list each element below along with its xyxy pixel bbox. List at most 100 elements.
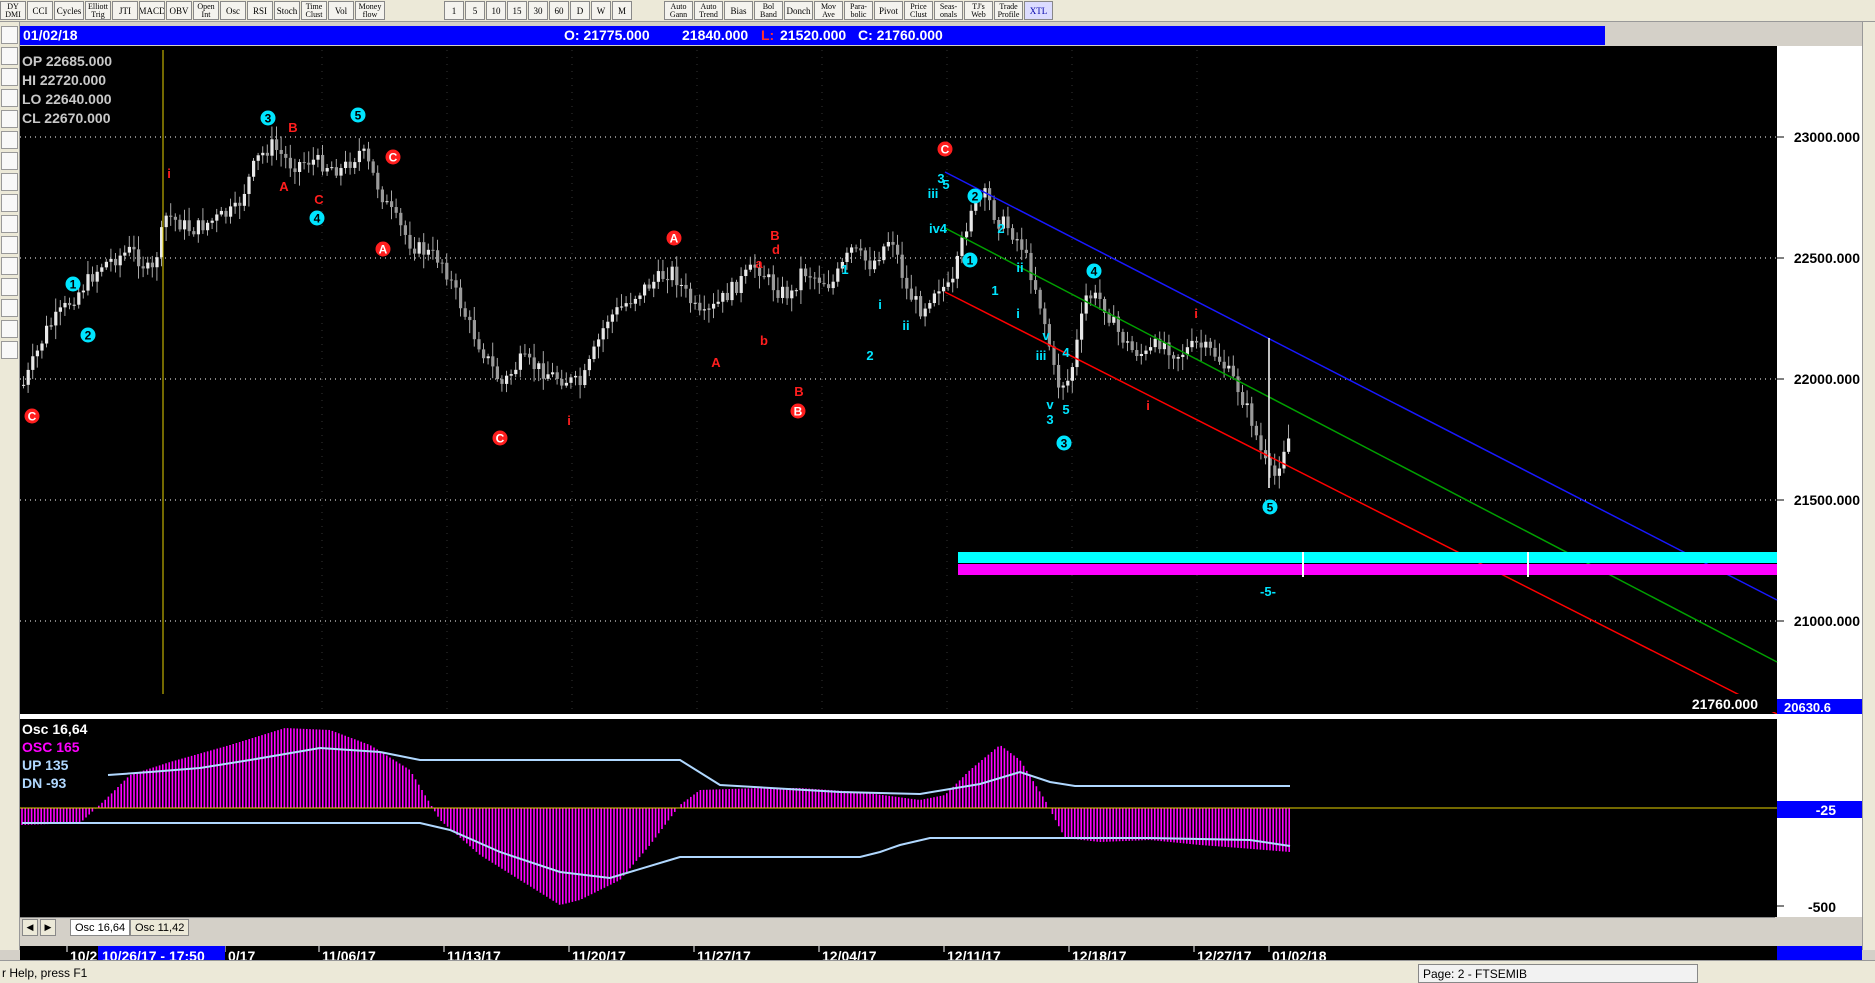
- candle-body: [896, 244, 900, 255]
- candle-body: [652, 281, 656, 289]
- wave-label: 1: [841, 262, 848, 277]
- wave-circle-label: A: [379, 243, 388, 257]
- tab-osc-16-64[interactable]: Osc 16,64: [70, 919, 131, 936]
- tab-osc-11-42[interactable]: Osc 11,42: [130, 919, 190, 936]
- candle-body: [578, 375, 582, 386]
- candle-body: [1287, 438, 1291, 452]
- candle-body: [1195, 340, 1199, 343]
- candle-body: [965, 231, 969, 238]
- candle-body: [725, 292, 729, 301]
- candle-body: [560, 378, 564, 386]
- candle-body: [330, 167, 334, 169]
- candle-body: [1112, 316, 1116, 323]
- candle-body: [261, 152, 265, 156]
- candle-body: [233, 202, 237, 207]
- candle-body: [77, 292, 81, 305]
- wave-label: d: [772, 242, 780, 257]
- candle-body: [946, 282, 950, 287]
- candle-body: [666, 278, 670, 281]
- wave-circle-label: 4: [1091, 265, 1098, 279]
- candle-body: [238, 202, 242, 206]
- wave-circle-label: 2: [85, 329, 92, 343]
- candle-body: [514, 369, 518, 375]
- oscillator-panel: [20, 719, 1777, 917]
- candle-body: [265, 152, 269, 156]
- candle-body: [252, 160, 256, 177]
- candle-body: [891, 241, 895, 245]
- candle-body: [601, 328, 605, 340]
- candle-body: [1277, 468, 1281, 476]
- candle-body: [302, 162, 306, 164]
- candle-body: [1204, 341, 1208, 348]
- candle-body: [169, 215, 173, 217]
- candle-body: [127, 246, 131, 253]
- candle-body: [339, 168, 343, 176]
- candle-body: [587, 359, 591, 371]
- candle-body: [394, 207, 398, 213]
- wave-label: iv4: [929, 221, 948, 236]
- status-page-panel: Page: 2 - FTSEMIB: [1418, 964, 1698, 983]
- wave-label: a: [755, 256, 763, 271]
- price-tick-label: 22000.000: [1794, 371, 1860, 387]
- candle-body: [413, 248, 417, 254]
- wave-label: iii: [928, 186, 939, 201]
- candle-body: [735, 281, 739, 293]
- candle-body: [1126, 341, 1130, 343]
- wave-circle-label: C: [389, 151, 398, 165]
- candle-body: [31, 356, 35, 370]
- candle-body: [390, 201, 394, 208]
- wave-label: C: [314, 192, 324, 207]
- candle-body: [1236, 376, 1240, 393]
- candle-body: [767, 274, 771, 278]
- candle-body: [49, 325, 53, 327]
- candle-body: [288, 157, 292, 169]
- candle-body: [1254, 425, 1258, 436]
- wave-circle-label: 4: [314, 212, 321, 226]
- tab-scroll-right-icon[interactable]: ▶: [40, 919, 56, 936]
- right-scrollbar[interactable]: [1862, 22, 1875, 950]
- candle-body: [541, 363, 545, 379]
- candle-body: [1020, 239, 1024, 250]
- candle-body: [882, 246, 886, 261]
- target-zone-cyan: [958, 552, 1777, 563]
- candle-body: [436, 250, 440, 263]
- candle-body: [132, 246, 136, 250]
- candle-body: [859, 248, 863, 251]
- candle-body: [569, 377, 573, 383]
- status-help: r Help, press F1: [2, 966, 88, 980]
- candle-body: [762, 275, 766, 278]
- panel-separator[interactable]: [20, 714, 1862, 719]
- candle-body: [638, 295, 642, 299]
- candle-body: [178, 219, 182, 230]
- candle-body: [564, 382, 568, 386]
- last-price-label: 21760.000: [1692, 696, 1758, 712]
- candle-body: [868, 260, 872, 270]
- candle-body: [509, 374, 513, 376]
- candle-body: [256, 155, 260, 161]
- candle-body: [1121, 331, 1125, 343]
- candle-body: [909, 288, 913, 300]
- candle-body: [1135, 350, 1139, 357]
- osc-tick-low: -500: [1808, 899, 1836, 915]
- candle-body: [173, 216, 177, 220]
- candle-body: [689, 288, 693, 304]
- tab-scroll-left-icon[interactable]: ◀: [22, 919, 38, 936]
- price-tick-label: 22500.000: [1794, 250, 1860, 266]
- candle-body: [716, 301, 720, 304]
- wave-label: i: [1146, 398, 1150, 413]
- osc-title: Osc 16,64: [22, 721, 88, 737]
- candle-body: [1093, 292, 1097, 299]
- candle-body: [942, 286, 946, 292]
- candle-body: [537, 363, 541, 370]
- candle-body: [385, 201, 389, 203]
- candle-body: [1222, 361, 1226, 369]
- candle-body: [1043, 308, 1047, 325]
- candle-body: [675, 266, 679, 286]
- candle-body: [1061, 385, 1065, 388]
- candle-body: [95, 271, 99, 282]
- wave-label: B: [770, 228, 779, 243]
- candle-body: [528, 353, 532, 358]
- candle-body: [1080, 313, 1084, 340]
- candle-body: [321, 154, 325, 172]
- candle-body: [229, 206, 233, 217]
